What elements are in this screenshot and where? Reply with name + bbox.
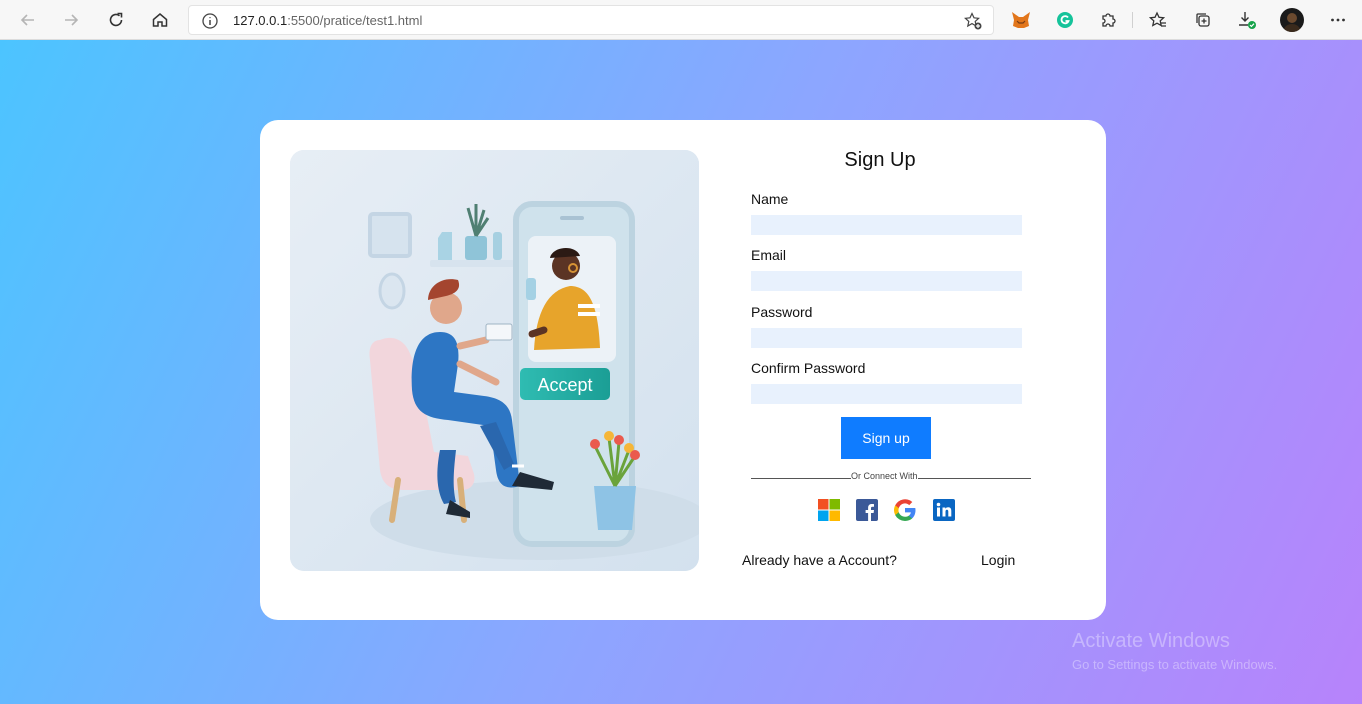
grammarly-icon (1057, 12, 1073, 28)
back-button[interactable] (14, 6, 42, 34)
sign-up-button[interactable]: Sign up (841, 417, 931, 459)
signup-illustration: Accept (290, 150, 699, 571)
password-label: Password (751, 304, 813, 320)
home-button[interactable] (146, 6, 174, 34)
collections-button[interactable] (1189, 6, 1217, 34)
reload-icon (109, 12, 123, 27)
puzzle-icon (1102, 13, 1116, 27)
password-field[interactable] (751, 328, 1022, 348)
browser-toolbar: 127.0.0.1:5500/pratice/test1.html (0, 0, 1362, 40)
back-arrow-icon (20, 14, 34, 26)
watermark-subtitle: Go to Settings to activate Windows. (1072, 657, 1278, 672)
forward-arrow-icon (65, 14, 79, 26)
signup-form: Sign Up Name Email Password Confirm Pass… (742, 120, 1042, 620)
microsoft-login-button[interactable] (817, 498, 841, 522)
profile-picture-icon (1283, 13, 1301, 32)
settings-menu-button[interactable] (1324, 6, 1352, 34)
page-background: Accept Sign Up Name Email Password Confi… (0, 40, 1362, 704)
confirm-password-label: Confirm Password (751, 360, 866, 376)
linkedin-login-button[interactable] (932, 498, 956, 522)
site-info-icon[interactable] (201, 12, 219, 30)
url-text[interactable]: 127.0.0.1:5500/pratice/test1.html (233, 13, 422, 28)
collections-icon (1196, 13, 1210, 27)
download-icon (1239, 12, 1256, 29)
downloads-button[interactable] (1233, 6, 1261, 34)
accept-button-art: Accept (537, 375, 592, 395)
extensions-button[interactable] (1095, 6, 1123, 34)
signup-card: Accept Sign Up Name Email Password Confi… (260, 120, 1106, 620)
favorites-star-icon (1149, 11, 1166, 27)
favorites-button[interactable] (1144, 6, 1172, 34)
illustration-art: Accept (290, 150, 699, 571)
divider-text: Or Connect With (851, 471, 918, 481)
confirm-password-field[interactable] (751, 384, 1022, 404)
url-path: :5500/pratice/test1.html (287, 13, 423, 28)
profile-avatar[interactable] (1280, 8, 1304, 32)
microsoft-icon (818, 499, 840, 521)
toolbar-separator (1132, 12, 1133, 28)
name-label: Name (751, 191, 789, 207)
login-link[interactable]: Login (981, 552, 1015, 568)
add-favorite-icon[interactable] (963, 11, 983, 31)
linkedin-icon (933, 499, 955, 521)
email-label: Email (751, 247, 787, 263)
form-title: Sign Up (844, 149, 916, 171)
grammarly-extension-button[interactable] (1051, 6, 1079, 34)
more-dots-icon (1331, 18, 1345, 22)
google-login-button[interactable] (893, 498, 917, 522)
facebook-icon (856, 499, 878, 521)
google-icon (894, 499, 916, 522)
name-field[interactable] (751, 215, 1022, 235)
account-prompt: Already have a Account? (742, 552, 897, 568)
home-icon (152, 13, 168, 27)
address-bar[interactable]: 127.0.0.1:5500/pratice/test1.html (188, 5, 994, 35)
watermark-title: Activate Windows (1072, 630, 1230, 652)
email-field[interactable] (751, 271, 1022, 291)
facebook-login-button[interactable] (855, 498, 879, 522)
url-host: 127.0.0.1 (233, 13, 288, 28)
metamask-extension-button[interactable] (1007, 6, 1035, 34)
fox-extension-icon (1012, 12, 1030, 28)
windows-activation-watermark: Activate Windows Go to Settings to activ… (1072, 630, 1277, 672)
forward-button[interactable] (57, 6, 85, 34)
reload-button[interactable] (102, 6, 130, 34)
